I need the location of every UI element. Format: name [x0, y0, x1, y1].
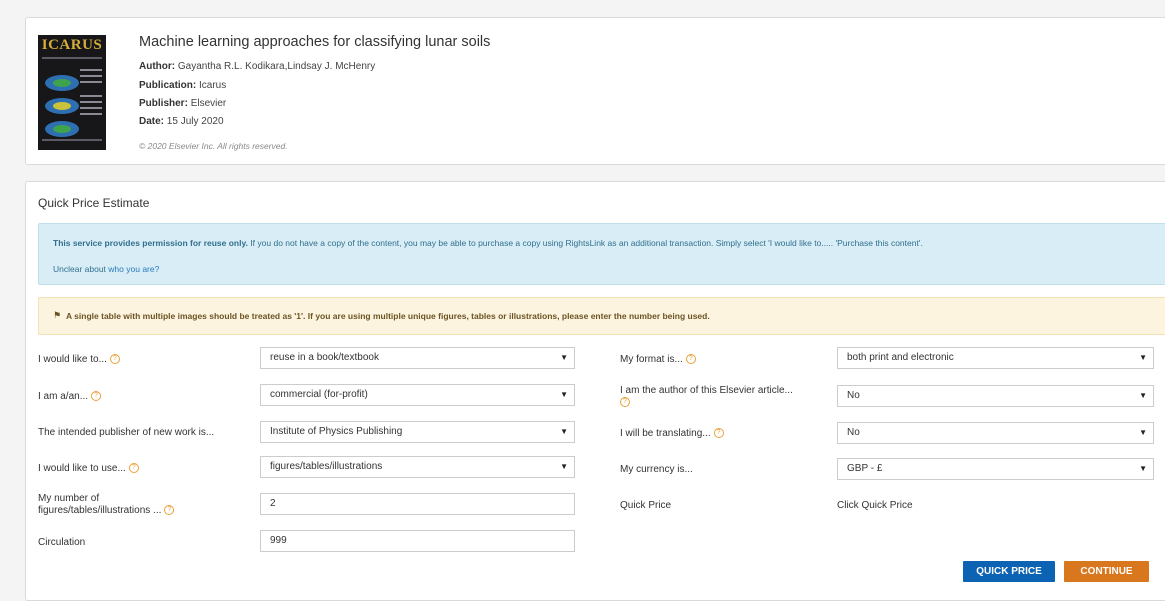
caret-down-icon: ▼ [560, 390, 568, 399]
would-like-to-use-select[interactable]: figures/tables/illustrations ▼ [260, 456, 575, 478]
quick-price-button[interactable]: QUICK PRICE [963, 561, 1055, 582]
article-date: Date: 15 July 2020 [139, 116, 224, 127]
would-like-to-select[interactable]: reuse in a book/textbook ▼ [260, 347, 575, 369]
article-author: Author: Gayantha R.L. Kodikara,Lindsay J… [139, 61, 376, 72]
number-of-figures-input[interactable]: 2 [260, 493, 575, 515]
who-are-you-link[interactable]: who you are? [108, 264, 159, 274]
cover-logo: ICARUS [41, 37, 103, 53]
format-select[interactable]: both print and electronic ▼ [837, 347, 1154, 369]
currency-label: My currency is... [620, 464, 693, 475]
translating-label: I will be translating...? [620, 428, 724, 440]
help-icon[interactable]: ? [713, 428, 724, 439]
help-icon[interactable]: ? [685, 354, 696, 365]
quick-price-label: Quick Price [620, 500, 672, 511]
quick-price-title: Quick Price Estimate [38, 196, 150, 210]
article-panel: ICARUS Machine learning approaches for c… [25, 17, 1165, 165]
help-icon[interactable]: ? [91, 391, 102, 402]
translating-select[interactable]: No ▼ [837, 422, 1154, 444]
caret-down-icon: ▼ [1139, 428, 1147, 437]
caret-down-icon: ▼ [560, 353, 568, 362]
continue-button[interactable]: CONTINUE [1064, 561, 1149, 582]
i-am-select[interactable]: commercial (for-profit) ▼ [260, 384, 575, 406]
would-like-to-use-label: I would like to use...? [38, 463, 139, 475]
warning-alert: ⚑ A single table with multiple images sh… [38, 297, 1165, 335]
help-icon[interactable]: ? [620, 397, 630, 408]
quick-price-panel: Quick Price Estimate This service provid… [25, 181, 1165, 601]
unclear-text: Unclear about who you are? [53, 264, 160, 274]
cover-artwork [45, 75, 79, 137]
caret-down-icon: ▼ [560, 427, 568, 436]
warning-text: A single table with multiple images shou… [66, 311, 710, 321]
circulation-input[interactable]: 999 [260, 530, 575, 552]
help-icon[interactable]: ? [128, 463, 139, 474]
is-author-select[interactable]: No ▼ [837, 385, 1154, 407]
caret-down-icon: ▼ [1139, 464, 1147, 473]
intended-publisher-select[interactable]: Institute of Physics Publishing ▼ [260, 421, 575, 443]
i-am-label: I am a/an...? [38, 391, 102, 403]
caret-down-icon: ▼ [560, 462, 568, 471]
article-title: Machine learning approaches for classify… [139, 34, 491, 50]
article-publisher: Publisher: Elsevier [139, 98, 227, 109]
journal-cover-image: ICARUS [38, 35, 106, 150]
quick-price-value: Click Quick Price [837, 500, 913, 511]
info-text: This service provides permission for reu… [53, 238, 923, 248]
number-of-figures-label: My number of figures/tables/illustrations… [38, 493, 175, 517]
intended-publisher-label: The intended publisher of new work is... [38, 427, 215, 438]
currency-select[interactable]: GBP - £ ▼ [837, 458, 1154, 480]
article-publication: Publication: Icarus [139, 80, 227, 91]
help-icon[interactable]: ? [164, 505, 175, 516]
flag-icon: ⚑ [53, 310, 62, 320]
is-author-label: I am the author of this Elsevier article… [620, 385, 793, 408]
caret-down-icon: ▼ [1139, 353, 1147, 362]
circulation-label: Circulation [38, 537, 86, 548]
copyright-notice: © 2020 Elsevier Inc. All rights reserved… [139, 141, 288, 151]
caret-down-icon: ▼ [1139, 391, 1147, 400]
help-icon[interactable]: ? [109, 354, 120, 365]
format-label: My format is...? [620, 354, 696, 366]
would-like-to-label: I would like to...? [38, 354, 120, 366]
info-alert: This service provides permission for reu… [38, 223, 1165, 285]
